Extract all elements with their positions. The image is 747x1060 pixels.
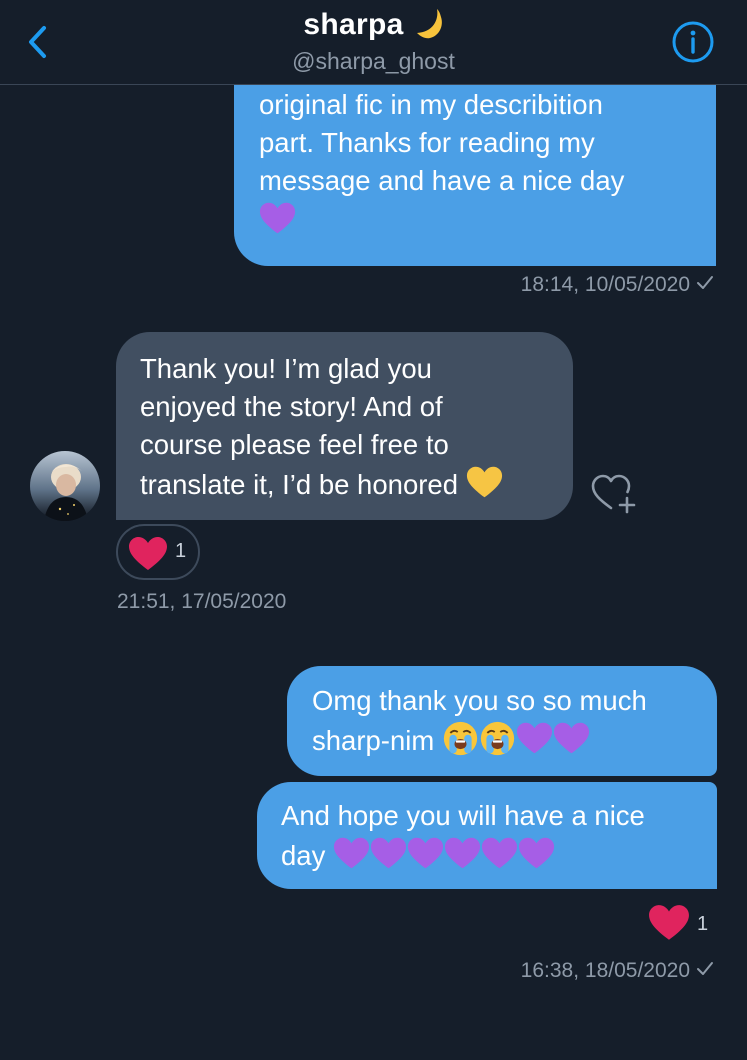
purple-heart-icon: [553, 720, 590, 757]
info-button[interactable]: [671, 20, 715, 64]
message-line-text: sharp-nim: [312, 725, 435, 756]
message-line: part. Thanks for reading my: [259, 127, 595, 158]
message-line: translate it, I’d be honored: [140, 464, 559, 504]
crying-face-icon: [479, 720, 516, 757]
received-message[interactable]: Thank you! I’m glad you enjoyed the stor…: [116, 332, 573, 520]
message-timestamp: 16:38, 18/05/2020: [521, 959, 714, 983]
message-line: sharp-nim: [312, 720, 707, 760]
reaction-count: 1: [697, 913, 709, 935]
red-heart-icon: [128, 536, 168, 572]
contact-handle[interactable]: @sharpa_ghost: [0, 48, 747, 75]
sent-message[interactable]: Omg thank you so so much sharp-nim: [287, 666, 717, 776]
read-check-icon: [697, 962, 713, 975]
message-timestamp: 18:14, 10/05/2020: [521, 273, 714, 297]
crescent-moon-icon: [416, 9, 442, 39]
message-line: And hope you will have a nice: [281, 800, 645, 831]
avatar[interactable]: [30, 451, 100, 521]
purple-heart-icon: [481, 835, 518, 872]
message-line-text: day: [281, 840, 326, 871]
timestamp-text: 16:38, 18/05/2020: [520, 959, 690, 982]
message-timestamp: 21:51, 17/05/2020: [117, 590, 287, 613]
heart-plus-icon: [591, 474, 636, 514]
conversation-header: sharpa @sharpa_ghost: [0, 0, 747, 85]
info-icon: [672, 21, 714, 63]
purple-heart-icon: [259, 200, 296, 237]
reaction-badge[interactable]: 1: [116, 524, 200, 580]
message-line: message and have a nice day: [259, 165, 625, 196]
message-line: enjoyed the story! And of: [140, 391, 443, 422]
avatar-image: [30, 451, 100, 521]
message-line: Thank you! I’m glad you: [140, 353, 432, 384]
purple-heart-icon: [370, 835, 407, 872]
contact-name: sharpa: [303, 8, 404, 41]
purple-heart-icon: [518, 835, 555, 872]
message-emoji-line: [259, 200, 696, 240]
read-check-icon: [697, 276, 713, 289]
conversation-title[interactable]: sharpa: [0, 6, 747, 42]
purple-heart-icon: [444, 835, 481, 872]
purple-heart-icon: [407, 835, 444, 872]
message-line: original fic in my describition: [259, 89, 603, 120]
reaction-badge[interactable]: 1: [646, 902, 722, 946]
message-line: course please feel free to: [140, 429, 449, 460]
red-heart-icon: [648, 904, 690, 942]
message-line: day: [281, 835, 707, 875]
reaction-count: 1: [175, 540, 187, 562]
purple-heart-icon: [333, 835, 370, 872]
yellow-heart-icon: [466, 464, 503, 501]
message-line-text: translate it, I’d be honored: [140, 469, 458, 500]
purple-heart-icon: [516, 720, 553, 757]
add-reaction-button[interactable]: [589, 470, 639, 516]
message-line: Omg thank you so so much: [312, 685, 647, 716]
timestamp-text: 18:14, 10/05/2020: [520, 273, 690, 296]
sent-message[interactable]: And hope you will have a nice day: [257, 782, 717, 889]
crying-face-icon: [442, 720, 479, 757]
